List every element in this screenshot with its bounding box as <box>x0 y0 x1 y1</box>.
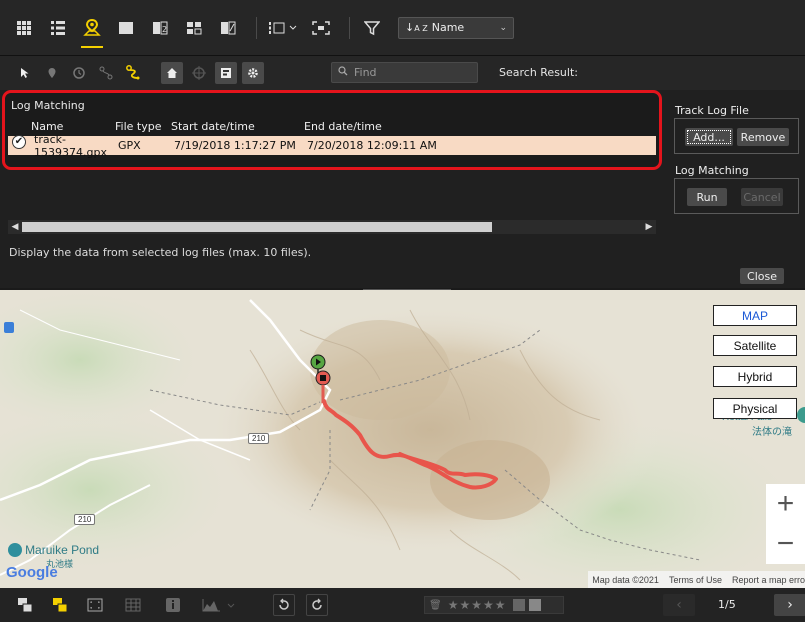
chevron-down-icon: ⌄ <box>499 22 507 33</box>
clock-icon[interactable] <box>68 62 90 84</box>
rotate-right-icon[interactable] <box>306 594 328 616</box>
home-icon[interactable] <box>161 62 183 84</box>
page-indicator: 1/5 <box>718 598 736 611</box>
column-header-name[interactable]: Name <box>5 120 115 133</box>
poi-pin-icon <box>8 543 22 557</box>
cancel-button[interactable]: Cancel <box>741 188 783 206</box>
filter-icon[interactable] <box>358 14 386 42</box>
star-rating[interactable]: ★★★★★ <box>448 598 507 612</box>
grid-view-icon[interactable] <box>10 14 38 42</box>
sort-value: Name <box>431 21 465 34</box>
crosshair-icon[interactable] <box>188 62 210 84</box>
log-matching-label: Log Matching <box>675 164 749 177</box>
log-matching-group: Run Cancel <box>674 178 799 214</box>
column-header-file-type[interactable]: File type <box>115 120 171 133</box>
track-log-icon[interactable] <box>122 62 144 84</box>
map-footer: Map data ©2021 Terms of Use Report a map… <box>588 571 805 588</box>
search-icon <box>338 66 348 79</box>
track-log-file-group: Add... Remove <box>674 118 799 154</box>
road-label: 210 <box>74 514 96 525</box>
find-placeholder: Find <box>354 66 377 79</box>
log-matching-title: Log Matching <box>11 99 85 112</box>
scroll-right-icon[interactable]: ▶ <box>642 220 656 234</box>
zoom-in-button[interactable]: + <box>766 484 805 524</box>
previous-page-button[interactable]: ‹ <box>663 594 695 616</box>
row-name-cell: ✔ track-1539374.gpx <box>8 133 118 159</box>
bottom-toolbar: 🗑 ★★★★★ ‹ 1/5 › <box>0 588 805 622</box>
toolbar-separator <box>256 16 257 39</box>
run-button[interactable]: Run <box>687 188 727 206</box>
help-text: Display the data from selected log files… <box>9 246 312 259</box>
find-input[interactable]: Find <box>331 62 478 83</box>
zoom-out-button[interactable]: − <box>766 524 805 564</box>
file-type: GPX <box>118 139 141 152</box>
map-type-physical-button[interactable]: Physical <box>713 398 797 419</box>
map-canvas[interactable] <box>0 290 805 588</box>
remove-button[interactable]: Remove <box>737 128 789 146</box>
trash-icon[interactable]: 🗑 <box>429 600 443 611</box>
poi-label-jp: 法体の滝 <box>752 427 792 438</box>
google-logo: Google <box>6 564 58 581</box>
scroll-left-icon[interactable]: ◀ <box>8 220 22 234</box>
fullscreen-icon[interactable] <box>307 14 335 42</box>
next-page-button[interactable]: › <box>774 594 805 616</box>
checkmark-icon[interactable]: ✔ <box>12 134 26 149</box>
pointer-icon[interactable] <box>14 62 36 84</box>
map-data-attribution: Map data ©2021 <box>592 574 659 585</box>
main-toolbar: 2 ↓A Z Name ⌄ <box>0 0 805 56</box>
info-icon[interactable] <box>165 597 181 613</box>
search-result-label: Search Result: <box>499 66 578 79</box>
add-button[interactable]: Add... <box>685 128 733 146</box>
route-icon[interactable] <box>95 62 117 84</box>
log-matching-panel: Log Matching Name File type Start date/t… <box>0 90 805 290</box>
group-select-icon[interactable] <box>52 597 68 613</box>
map-type-hybrid-button[interactable]: Hybrid <box>713 366 797 387</box>
file-name: track-1539374.gpx <box>34 132 107 159</box>
rotate-left-icon[interactable] <box>273 594 295 616</box>
label-icon[interactable] <box>512 599 525 611</box>
map-toolbar: Find Search Result: <box>0 56 805 90</box>
histogram-icon[interactable] <box>202 597 238 613</box>
filmstrip-layout-icon[interactable] <box>265 14 301 42</box>
scrollbar-thumb[interactable] <box>22 222 492 232</box>
sort-icon: ↓A Z <box>405 21 428 34</box>
log-file-list: Log Matching Name File type Start date/t… <box>2 90 662 170</box>
map-view[interactable]: 210 210 Maruike Pond 丸池様 Hottai Falls 法体… <box>0 290 805 588</box>
horizontal-scrollbar[interactable]: ◀ ▶ <box>8 220 656 234</box>
terms-of-use-link[interactable]: Terms of Use <box>669 575 722 585</box>
toolbar-separator <box>349 16 350 39</box>
report-map-error-link[interactable]: Report a map erro <box>732 575 805 585</box>
single-view-icon[interactable] <box>112 14 140 42</box>
svg-text:2: 2 <box>162 25 167 34</box>
compare-view-icon[interactable]: 2 <box>146 14 174 42</box>
split-compare-icon[interactable] <box>214 14 242 42</box>
location-pin-icon[interactable] <box>41 62 63 84</box>
layers-icon[interactable] <box>17 597 33 613</box>
column-header-end[interactable]: End date/time <box>304 120 464 133</box>
start-datetime: 7/19/2018 1:17:27 PM <box>174 139 296 152</box>
grid-overlay-icon[interactable] <box>125 597 141 613</box>
table-row[interactable]: ✔ track-1539374.gpx GPX 7/19/2018 1:17:2… <box>8 133 656 159</box>
map-type-map-button[interactable]: MAP <box>713 305 797 326</box>
track-log-file-label: Track Log File <box>675 104 749 117</box>
road-label: 210 <box>248 433 270 444</box>
rating-control: 🗑 ★★★★★ <box>424 596 564 614</box>
map-style-icon[interactable] <box>215 62 237 84</box>
log-actions: Track Log File Add... Remove Log Matchin… <box>674 90 805 290</box>
sort-dropdown[interactable]: ↓A Z Name ⌄ <box>398 16 514 39</box>
protect-icon[interactable] <box>528 599 541 611</box>
track-end-marker[interactable] <box>315 370 331 404</box>
map-view-icon[interactable] <box>78 14 106 48</box>
poi-label: Maruike Pond <box>25 543 100 557</box>
close-button[interactable]: Close <box>740 268 784 284</box>
list-view-icon[interactable] <box>44 14 72 42</box>
gear-icon[interactable] <box>242 62 264 84</box>
frame-icon[interactable] <box>87 597 103 613</box>
column-header-start[interactable]: Start date/time <box>171 120 304 133</box>
film-strip-icon[interactable] <box>180 14 208 42</box>
end-datetime: 7/20/2018 12:09:11 AM <box>307 139 437 152</box>
map-type-satellite-button[interactable]: Satellite <box>713 335 797 356</box>
